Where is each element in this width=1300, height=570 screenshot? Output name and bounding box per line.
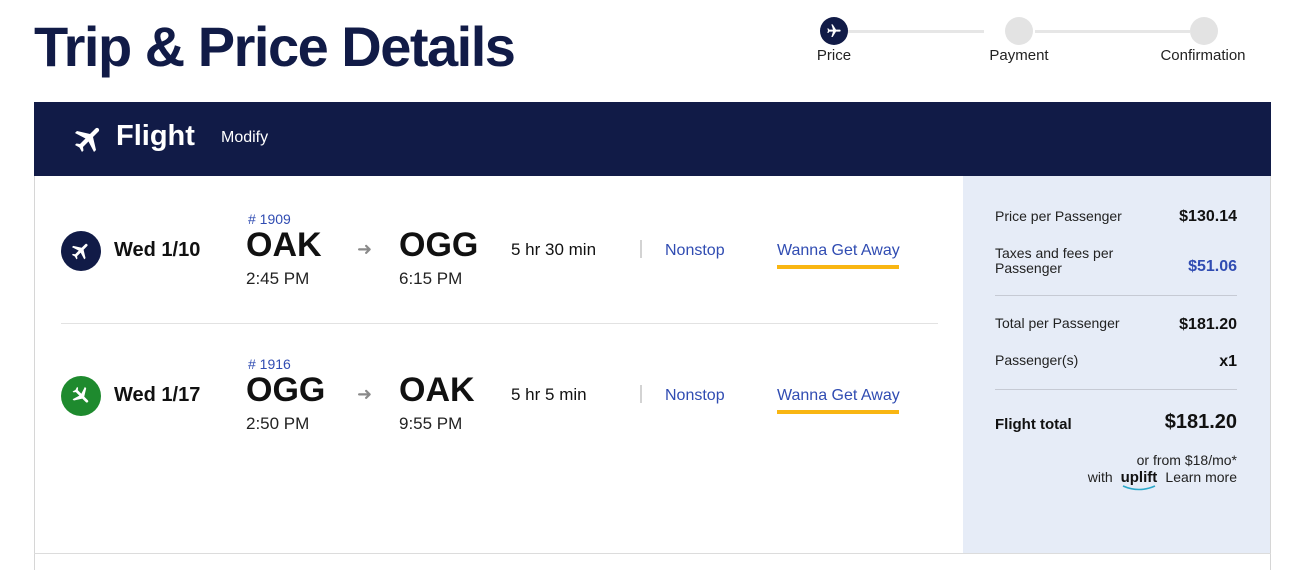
step-price-dot [820, 17, 848, 45]
step-price-label: Price [816, 47, 852, 64]
outbound-flight-badge [61, 231, 101, 271]
stepper-line [834, 30, 984, 33]
flight-header-title: Flight [116, 120, 195, 152]
origin-airport: OGG [246, 371, 326, 409]
uplift-line: with uplift Learn more [1087, 469, 1237, 491]
stops-link[interactable]: Nonstop [665, 387, 725, 405]
depart-time: 2:45 PM [246, 269, 310, 288]
flight-duration: 5 hr 30 min [511, 240, 597, 259]
arrive-time: 9:55 PM [399, 414, 463, 433]
fare-type-link[interactable]: Wanna Get Away [777, 387, 900, 405]
destination-airport: OGG [399, 226, 479, 264]
taxes-label: Taxes and fees per Passenger [995, 246, 1113, 276]
taxes-label-line2: Passenger [995, 260, 1062, 276]
summary-divider [995, 295, 1237, 296]
stepper-line [1035, 30, 1190, 33]
progress-stepper: Price Payment Confirmation [790, 16, 1270, 76]
fare-underline [777, 265, 899, 269]
plane-icon [71, 243, 88, 260]
flight-date: Wed 1/17 [114, 384, 201, 406]
stops-link[interactable]: Nonstop [665, 242, 725, 260]
divider [640, 240, 642, 258]
learn-more-link[interactable]: Learn more [1165, 469, 1237, 485]
passengers-label: Passenger(s) [995, 352, 1079, 368]
uplift-brand: uplift [1120, 469, 1158, 486]
origin-airport: OAK [246, 226, 322, 264]
price-per-passenger-label: Price per Passenger [995, 208, 1122, 224]
summary-divider [995, 389, 1237, 390]
fare-underline [777, 410, 899, 414]
step-payment-label: Payment [989, 47, 1049, 64]
page-title: Trip & Price Details [34, 15, 516, 78]
modify-link[interactable]: Modify [221, 129, 268, 147]
row-divider [61, 323, 938, 324]
flight-total-label: Flight total [995, 416, 1072, 433]
taxes-value[interactable]: $51.06 [1188, 258, 1237, 276]
uplift-with: with [1087, 469, 1113, 485]
total-per-passenger-label: Total per Passenger [995, 315, 1120, 331]
card-bottom-border [34, 553, 1271, 554]
passengers-count: x1 [1219, 353, 1237, 370]
plane-icon [74, 127, 100, 153]
divider [640, 385, 642, 403]
flight-duration: 5 hr 5 min [511, 385, 587, 404]
step-payment-dot [1005, 17, 1033, 45]
uplift-logo: uplift [1117, 469, 1166, 491]
plane-icon [72, 386, 89, 403]
flight-number: # 1916 [248, 356, 291, 372]
flight-card-header: Flight Modify [34, 102, 1271, 176]
step-confirmation-dot [1190, 17, 1218, 45]
return-flight-badge [61, 376, 101, 416]
flight-date: Wed 1/10 [114, 239, 201, 261]
flight-total-value: $181.20 [1164, 411, 1237, 433]
fare-type-link[interactable]: Wanna Get Away [777, 242, 900, 260]
price-per-passenger-value: $130.14 [1179, 208, 1237, 225]
step-confirmation-label: Confirmation [1160, 47, 1246, 64]
uplift-swoosh-icon [1122, 485, 1155, 491]
uplift-monthly: or from $18/mo* [1136, 452, 1237, 468]
total-per-passenger-value: $181.20 [1179, 316, 1237, 333]
arrive-time: 6:15 PM [399, 269, 463, 288]
flight-number: # 1909 [248, 211, 291, 227]
arrow-right-icon: ➜ [357, 384, 373, 404]
arrow-right-icon: ➜ [357, 239, 373, 259]
price-summary-panel: Price per Passenger $130.14 Taxes and fe… [963, 176, 1270, 554]
taxes-label-line1: Taxes and fees per [995, 245, 1114, 261]
depart-time: 2:50 PM [246, 414, 310, 433]
destination-airport: OAK [399, 371, 475, 409]
plane-icon [827, 24, 841, 37]
